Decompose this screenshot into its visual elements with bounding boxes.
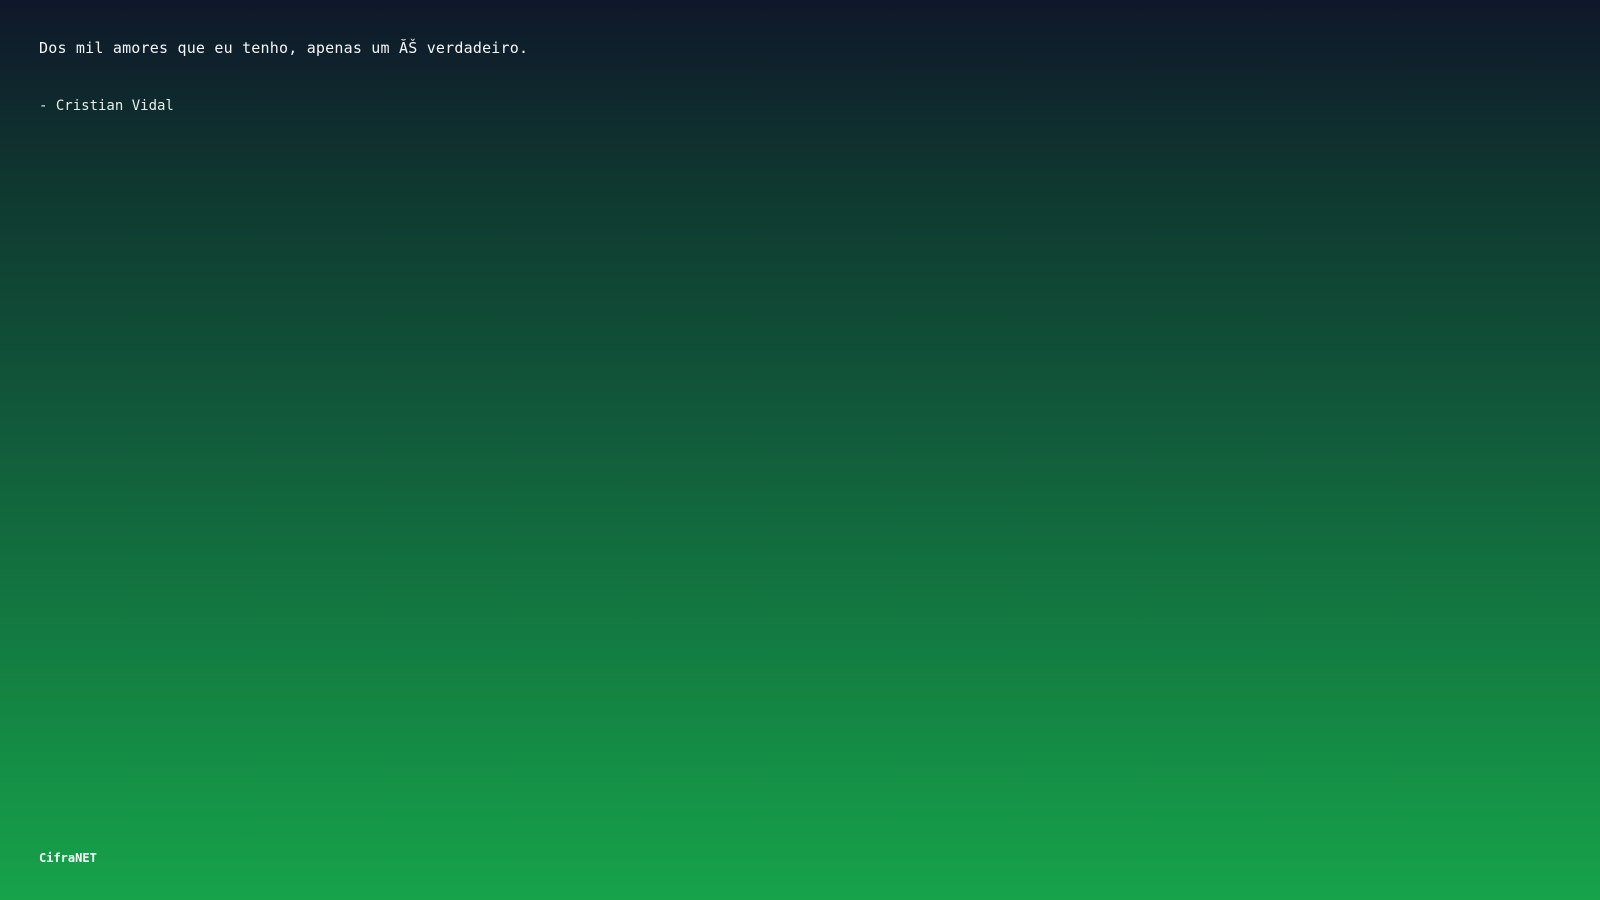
quote-author: - Cristian Vidal: [39, 98, 174, 114]
quote-text: Dos mil amores que eu tenho, apenas um Ă…: [39, 39, 529, 57]
brand-label: CifraNET: [39, 851, 97, 865]
quote-screen: { "quote": { "text": "Dos mil amores que…: [0, 0, 1600, 900]
